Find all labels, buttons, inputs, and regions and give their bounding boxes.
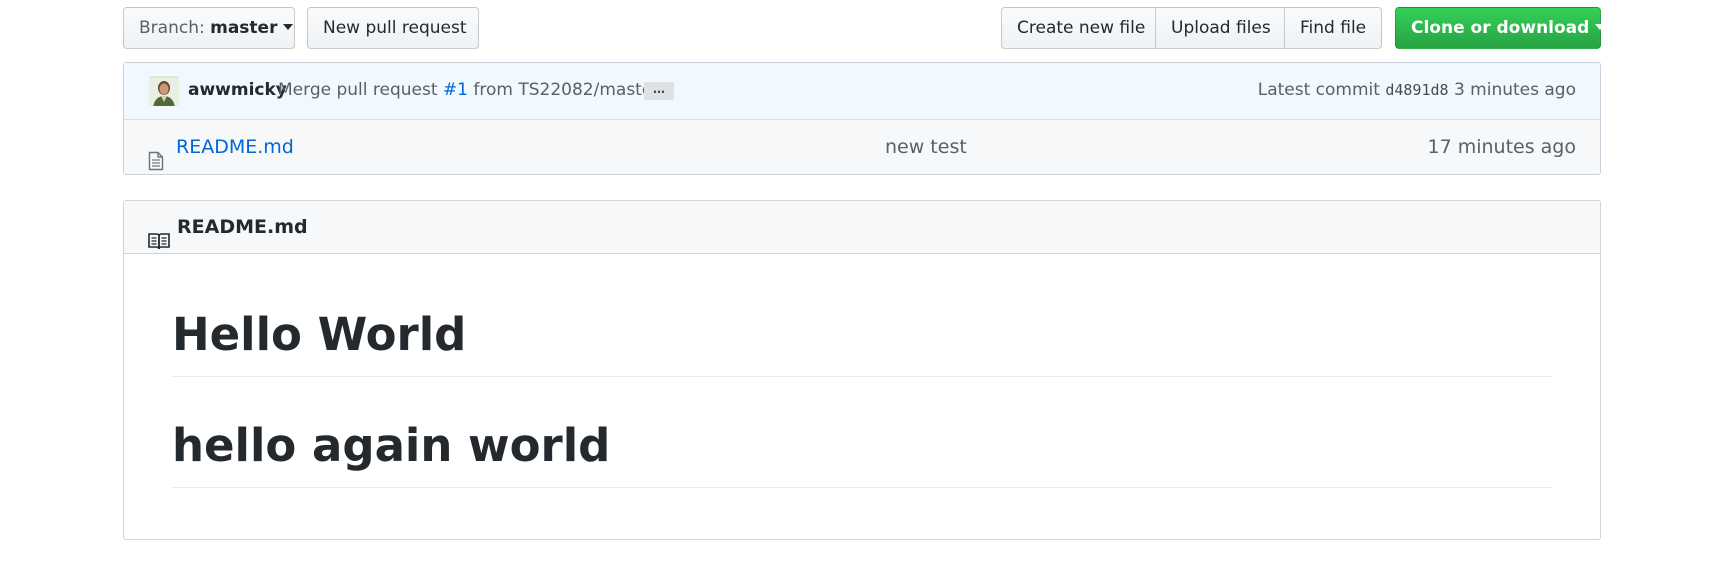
commit-meta: Latest commit d4891d8 3 minutes ago	[1258, 63, 1576, 118]
branch-name: master	[210, 18, 278, 38]
new-pull-request-button[interactable]: New pull request	[307, 7, 479, 49]
readme-header: README.md	[124, 201, 1600, 254]
commit-age: 3 minutes ago	[1453, 80, 1576, 100]
file-commit-message-link[interactable]: new test	[885, 120, 967, 174]
repo-content: Branch: master New pull request Create n…	[123, 0, 1606, 540]
table-row: README.md new test 17 minutes ago	[124, 120, 1600, 174]
file-navigation: Branch: master New pull request Create n…	[123, 0, 1606, 62]
commit-author-link[interactable]: awwmicky	[188, 63, 287, 118]
commit-sha-link[interactable]: d4891d8	[1385, 81, 1448, 99]
readme-title: README.md	[177, 216, 308, 238]
avatar[interactable]	[149, 76, 179, 106]
commit-message-prefix: Merge pull request	[278, 80, 438, 100]
find-file-button[interactable]: Find file	[1284, 7, 1382, 49]
branch-select-button[interactable]: Branch: master	[123, 7, 295, 49]
chevron-down-icon	[1595, 24, 1606, 30]
pull-request-link[interactable]: #1	[443, 80, 468, 100]
markdown-heading: hello again world	[172, 417, 1552, 488]
upload-files-button[interactable]: Upload files	[1156, 7, 1285, 49]
branch-prefix: Branch:	[139, 18, 205, 38]
readme-body: Hello World hello again world	[124, 306, 1600, 488]
file-age: 17 minutes ago	[1427, 136, 1577, 158]
latest-commit-label: Latest commit	[1257, 80, 1380, 100]
latest-commit-row: awwmicky Merge pull request #1 from TS22…	[124, 63, 1600, 120]
readme-box: README.md Hello World hello again world	[123, 200, 1601, 540]
file-table: awwmicky Merge pull request #1 from TS22…	[123, 62, 1601, 175]
commit-message-suffix: from TS22082/master	[473, 80, 660, 100]
create-new-file-button[interactable]: Create new file	[1001, 7, 1156, 49]
clone-or-download-button[interactable]: Clone or download	[1395, 7, 1606, 49]
chevron-down-icon	[283, 24, 294, 30]
book-icon	[148, 218, 170, 250]
file-text-icon	[148, 138, 164, 171]
markdown-heading: Hello World	[172, 306, 1552, 377]
commit-message[interactable]: Merge pull request #1 from TS22082/maste…	[278, 63, 659, 118]
file-name-link[interactable]: README.md	[176, 120, 294, 174]
clone-or-download-label: Clone or download	[1411, 18, 1590, 38]
expand-commit-message-button[interactable]: …	[644, 82, 674, 100]
